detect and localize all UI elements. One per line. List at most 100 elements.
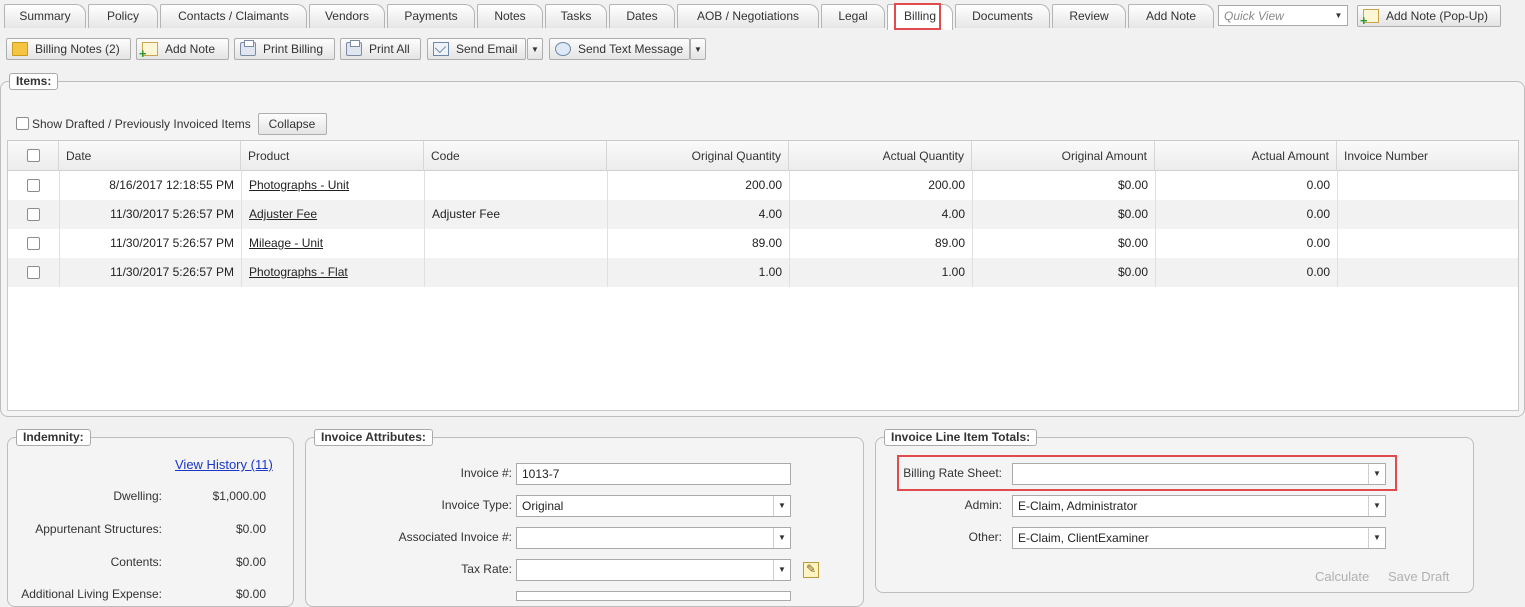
cell-product-link[interactable]: Photographs - Flat xyxy=(241,258,424,287)
other-value: E-Claim, ClientExaminer xyxy=(1018,531,1149,545)
column-header-product[interactable]: Product xyxy=(241,141,424,171)
column-header-invoice-number[interactable]: Invoice Number xyxy=(1337,141,1520,171)
add-note-popup-button[interactable]: Add Note (Pop-Up) xyxy=(1357,5,1501,28)
dwelling-value: $1,000.00 xyxy=(212,489,266,503)
tab-review[interactable]: Review xyxy=(1052,4,1126,28)
cell-date: 11/30/2017 5:26:57 PM xyxy=(59,258,241,287)
row-checkbox[interactable] xyxy=(27,179,40,192)
billing-rate-sheet-select[interactable]: ▼ xyxy=(1012,463,1386,485)
cell-actual-quantity: 89.00 xyxy=(789,229,972,258)
cell-actual-quantity: 200.00 xyxy=(789,171,972,200)
invoice-number-input[interactable]: 1013-7 xyxy=(516,463,791,485)
tab-contacts-claimants[interactable]: Contacts / Claimants xyxy=(160,4,307,28)
row-checkbox[interactable] xyxy=(27,266,40,279)
cell-invoice-number xyxy=(1337,229,1520,258)
tab-vendors[interactable]: Vendors xyxy=(309,4,385,28)
print-all-button[interactable]: Print All xyxy=(340,38,421,60)
cell-invoice-number xyxy=(1337,258,1520,287)
invoice-attributes-legend: Invoice Attributes: xyxy=(314,429,433,446)
table-row[interactable]: 11/30/2017 5:26:57 PM Adjuster Fee Adjus… xyxy=(8,200,1518,229)
tab-billing[interactable]: Billing xyxy=(887,4,953,30)
admin-select[interactable]: E-Claim, Administrator ▼ xyxy=(1012,495,1386,517)
associated-invoice-select[interactable]: ▼ xyxy=(516,527,791,549)
row-checkbox[interactable] xyxy=(27,208,40,221)
cell-product-link[interactable]: Photographs - Unit xyxy=(241,171,424,200)
chevron-down-icon: ▼ xyxy=(1368,528,1385,548)
tax-rate-select[interactable]: ▼ xyxy=(516,559,791,581)
invoice-type-select[interactable]: Original ▼ xyxy=(516,495,791,517)
column-header-date[interactable]: Date xyxy=(59,141,241,171)
chevron-down-icon: ▼ xyxy=(773,528,790,548)
grid-header: Date Product Code Original Quantity Actu… xyxy=(8,141,1518,171)
other-select[interactable]: E-Claim, ClientExaminer ▼ xyxy=(1012,527,1386,549)
cell-product-link[interactable]: Adjuster Fee xyxy=(241,200,424,229)
tab-policy[interactable]: Policy xyxy=(88,4,158,28)
billing-notes-button[interactable]: Billing Notes (2) xyxy=(6,38,131,60)
tab-tasks[interactable]: Tasks xyxy=(545,4,607,28)
add-note-icon xyxy=(1360,9,1379,28)
collapse-button[interactable]: Collapse xyxy=(258,113,327,135)
contents-value: $0.00 xyxy=(235,555,266,569)
tab-summary[interactable]: Summary xyxy=(4,4,86,28)
cell-code xyxy=(424,258,607,287)
next-field-input[interactable] xyxy=(516,591,791,601)
print-billing-label: Print Billing xyxy=(263,42,324,56)
select-all-header xyxy=(8,141,59,171)
send-text-dropdown-button[interactable]: ▼ xyxy=(690,38,706,60)
save-draft-button[interactable]: Save Draft xyxy=(1388,569,1449,584)
invoice-number-label: Invoice #: xyxy=(460,466,512,480)
tab-legal[interactable]: Legal xyxy=(821,4,885,28)
items-grid: Date Product Code Original Quantity Actu… xyxy=(7,140,1519,411)
send-email-button[interactable]: Send Email xyxy=(427,38,526,60)
send-text-message-button[interactable]: Send Text Message xyxy=(549,38,690,60)
column-header-actual-quantity[interactable]: Actual Quantity xyxy=(789,141,972,171)
cell-original-amount: $0.00 xyxy=(972,171,1155,200)
select-all-checkbox[interactable] xyxy=(27,149,40,162)
cell-code: Adjuster Fee xyxy=(424,200,607,229)
cell-original-quantity: 89.00 xyxy=(607,229,789,258)
tab-aob-negotiations[interactable]: AOB / Negotiations xyxy=(677,4,819,28)
cell-code xyxy=(424,229,607,258)
admin-label: Admin: xyxy=(964,498,1002,512)
invoice-type-value: Original xyxy=(522,499,564,513)
cell-actual-amount: 0.00 xyxy=(1155,171,1337,200)
send-email-dropdown-button[interactable]: ▼ xyxy=(527,38,543,60)
tab-strip: Summary Policy Contacts / Claimants Vend… xyxy=(0,0,1525,32)
view-history-link[interactable]: View History (11) xyxy=(175,457,273,472)
calculate-button[interactable]: Calculate xyxy=(1315,569,1369,584)
quick-view-placeholder: Quick View xyxy=(1224,9,1284,23)
show-drafted-checkbox[interactable] xyxy=(16,117,29,130)
billing-rate-sheet-label: Billing Rate Sheet: xyxy=(903,466,1002,480)
quick-view-select[interactable]: Quick View ▼ xyxy=(1218,5,1348,26)
tab-notes[interactable]: Notes xyxy=(477,4,543,28)
column-header-actual-amount[interactable]: Actual Amount xyxy=(1155,141,1337,171)
send-email-label: Send Email xyxy=(456,42,518,56)
tab-add-note[interactable]: Add Note xyxy=(1128,4,1214,28)
note-icon xyxy=(12,42,28,56)
cell-date: 8/16/2017 12:18:55 PM xyxy=(59,171,241,200)
print-billing-button[interactable]: Print Billing xyxy=(234,38,335,60)
cell-invoice-number xyxy=(1337,171,1520,200)
cell-original-amount: $0.00 xyxy=(972,258,1155,287)
row-checkbox[interactable] xyxy=(27,237,40,250)
add-note-label: Add Note xyxy=(165,42,216,56)
chevron-down-icon: ▼ xyxy=(1368,464,1385,484)
tab-dates[interactable]: Dates xyxy=(609,4,675,28)
dwelling-label: Dwelling: xyxy=(113,489,162,503)
printer-icon xyxy=(240,40,256,56)
table-row[interactable]: 8/16/2017 12:18:55 PM Photographs - Unit… xyxy=(8,171,1518,200)
edit-tax-rate-icon[interactable] xyxy=(803,562,819,578)
collapse-label: Collapse xyxy=(268,117,316,131)
cell-product-link[interactable]: Mileage - Unit xyxy=(241,229,424,258)
cell-invoice-number xyxy=(1337,200,1520,229)
add-note-button[interactable]: Add Note xyxy=(136,38,229,61)
column-header-code[interactable]: Code xyxy=(424,141,607,171)
table-row[interactable]: 11/30/2017 5:26:57 PM Mileage - Unit 89.… xyxy=(8,229,1518,258)
send-text-message-label: Send Text Message xyxy=(578,42,684,56)
tab-payments[interactable]: Payments xyxy=(387,4,475,28)
cell-code xyxy=(424,171,607,200)
table-row[interactable]: 11/30/2017 5:26:57 PM Photographs - Flat… xyxy=(8,258,1518,287)
column-header-original-amount[interactable]: Original Amount xyxy=(972,141,1155,171)
tab-documents[interactable]: Documents xyxy=(955,4,1050,28)
column-header-original-quantity[interactable]: Original Quantity xyxy=(607,141,789,171)
